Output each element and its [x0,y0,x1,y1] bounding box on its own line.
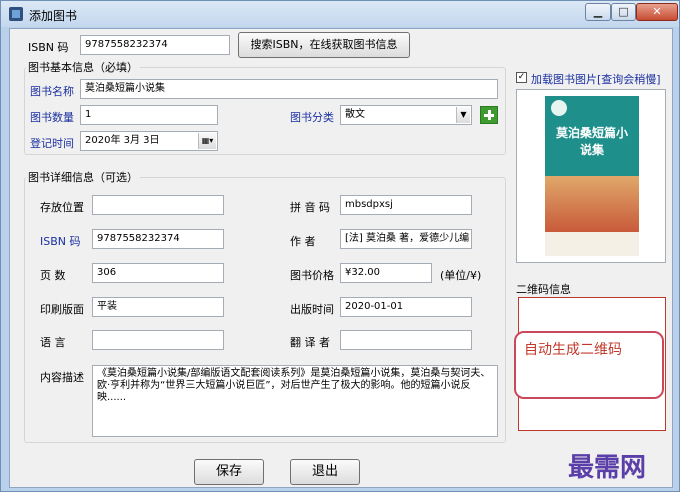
book-qty-label: 图书数量 [30,111,74,124]
site-watermark: 最需网 [568,453,647,483]
author-label: 作 者 [290,235,316,248]
format-label: 印刷版面 [40,303,84,316]
location-label: 存放位置 [40,201,84,214]
load-cover-checkbox[interactable]: ✓ [516,72,527,83]
translator-input[interactable] [340,330,472,350]
category-label: 图书分类 [290,111,334,124]
window-title: 添加图书 [29,9,78,23]
load-cover-label[interactable]: 加载图书图片[查询会稍慢] [531,71,661,87]
isbn-top-label: ISBN 码 [28,41,69,54]
price-unit-label: (单位/¥) [440,269,482,282]
close-button[interactable]: ✕ [636,3,678,21]
pinyin-input[interactable]: mbsdpxsj [340,195,472,215]
chevron-down-icon: ▼ [456,107,470,123]
isbn-top-input[interactable]: 9787558232374 [80,35,230,55]
pinyin-label: 拼 音 码 [290,201,330,214]
save-button[interactable]: 保存 [194,459,264,485]
qr-callout-bubble: 自动生成二维码 [514,331,664,399]
pubdate-input[interactable]: 2020-01-01 [340,297,472,317]
search-isbn-button[interactable]: 搜索ISBN，在线获取图书信息 [238,32,410,58]
title-bar[interactable]: 添加图书 ▁ □ ✕ [1,1,679,27]
register-date-value: 2020年 3月 3日 [85,135,160,146]
dialog-window: 添加图书 ▁ □ ✕ ISBN 码 9787558232374 搜索ISBN，在… [0,0,680,492]
close-icon: ✕ [652,5,662,18]
book-cover-image: 莫泊桑短篇小说集 [545,96,639,256]
app-icon [9,7,23,21]
calendar-icon: ▦▾ [198,133,216,149]
price-label: 图书价格 [290,269,334,282]
isbn-detail-input[interactable]: 9787558232374 [92,229,224,249]
maximize-icon: □ [618,5,629,18]
qr-section-label: 二维码信息 [516,283,571,296]
minimize-icon: ▁ [593,5,603,18]
pages-label: 页 数 [40,269,66,282]
author-input[interactable]: [法] 莫泊桑 著，爱德少儿编 [340,229,472,249]
isbn-detail-label: ISBN 码 [40,235,81,248]
language-label: 语 言 [40,336,66,349]
book-name-label: 图书名称 [30,85,74,98]
cover-footer [545,232,639,256]
category-select[interactable]: 散文 ▼ [340,105,472,125]
location-input[interactable] [92,195,224,215]
book-qty-input[interactable]: 1 [80,105,218,125]
maximize-button[interactable]: □ [611,3,636,21]
category-value: 散文 [345,109,365,120]
pubdate-label: 出版时间 [290,303,334,316]
book-name-input[interactable]: 莫泊桑短篇小说集 [80,79,498,99]
minimize-button[interactable]: ▁ [585,3,611,21]
price-input[interactable]: ¥32.00 [340,263,432,283]
format-input[interactable]: 平装 [92,297,224,317]
language-input[interactable] [92,330,224,350]
register-date-label: 登记时间 [30,137,74,150]
exit-button[interactable]: 退出 [290,459,360,485]
cover-illustration [545,176,639,232]
cover-image-frame: 莫泊桑短篇小说集 [516,89,666,263]
dialog-body: ISBN 码 9787558232374 搜索ISBN，在线获取图书信息 图书基… [9,28,673,488]
pages-input[interactable]: 306 [92,263,224,283]
detail-info-title: 图书详细信息（可选） [26,169,140,185]
translator-label: 翻 译 者 [290,336,330,349]
cover-title: 莫泊桑短篇小说集 [555,126,628,157]
description-label: 内容描述 [40,371,84,384]
basic-info-title: 图书基本信息（必填） [26,59,140,75]
add-category-icon[interactable] [480,106,498,124]
register-date-picker[interactable]: 2020年 3月 3日 ▦▾ [80,131,218,151]
publisher-logo [551,100,567,116]
description-textarea[interactable]: 《莫泊桑短篇小说集/部编版语文配套阅读系列》是莫泊桑短篇小说集，莫泊桑与契诃夫、… [92,365,498,437]
